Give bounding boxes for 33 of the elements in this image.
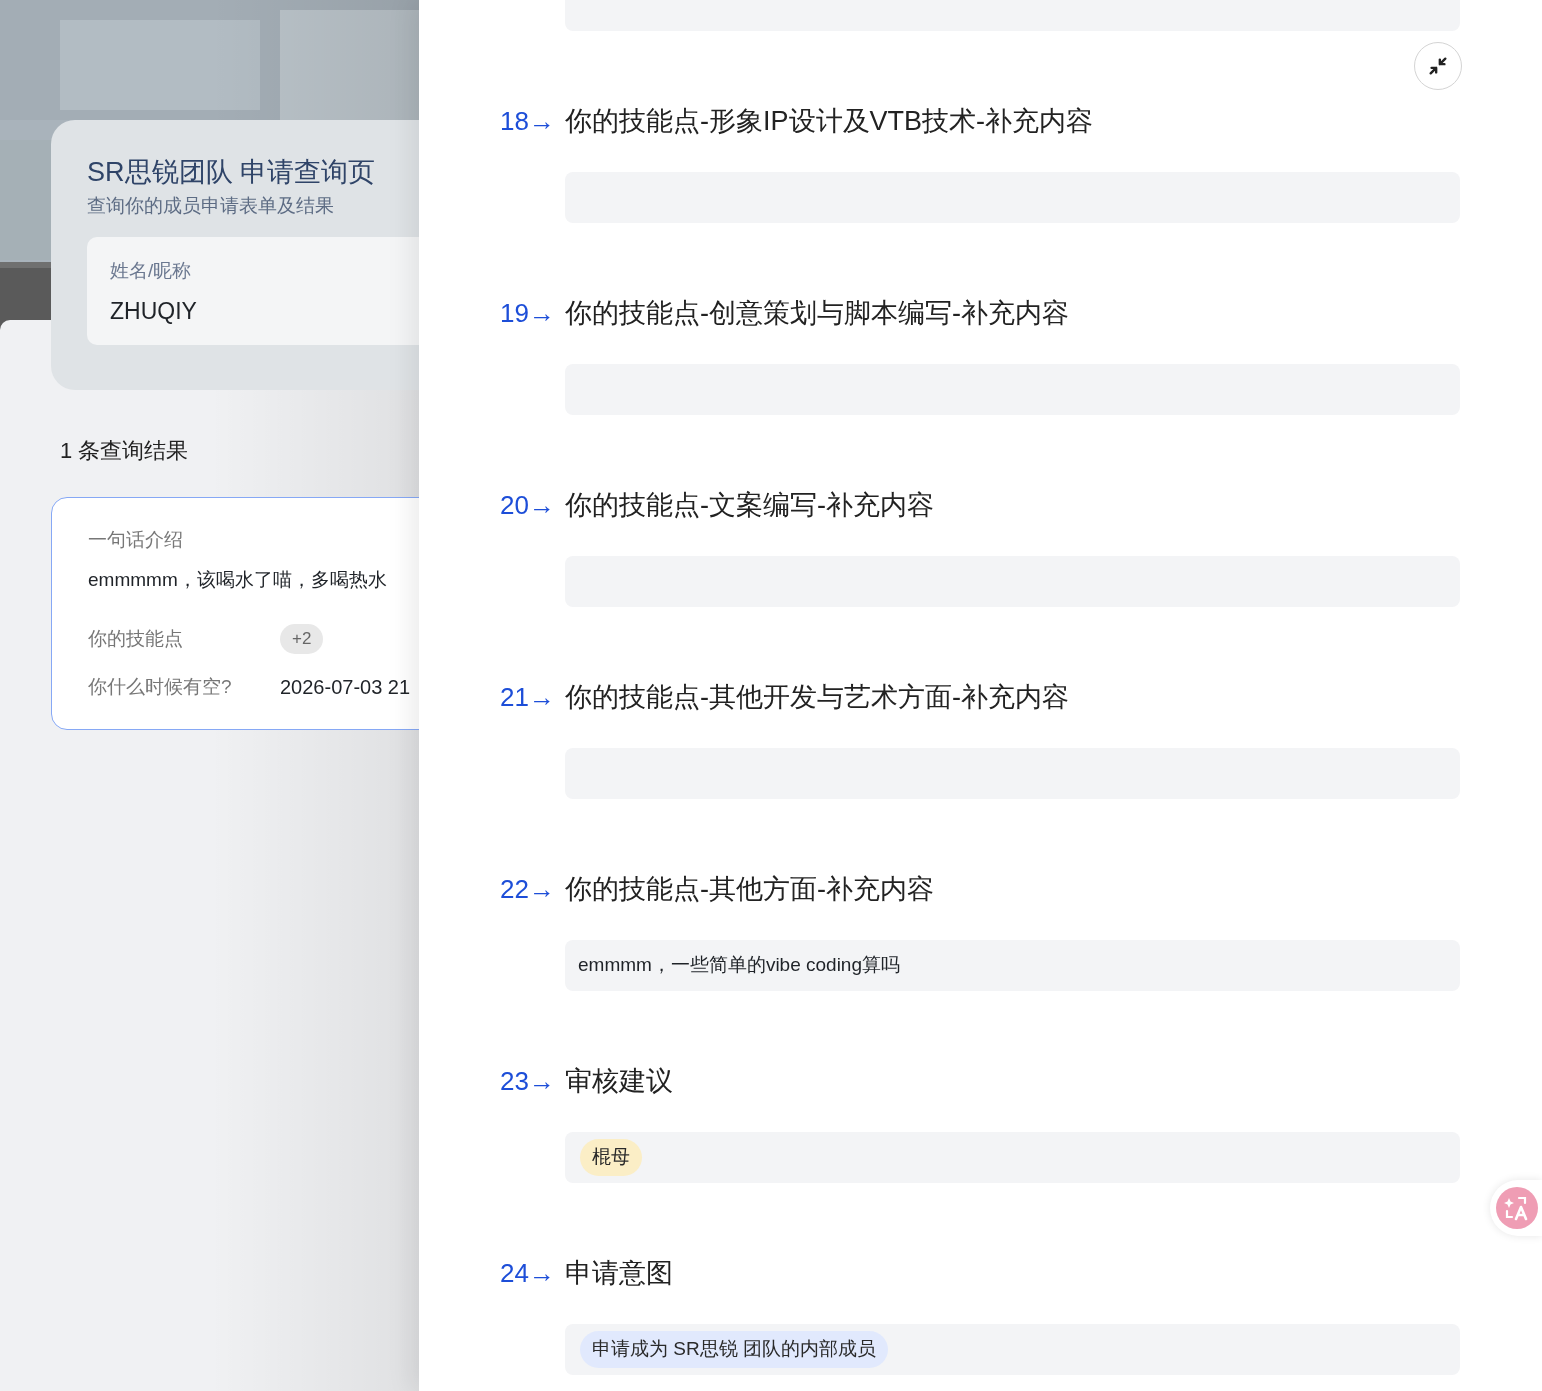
answer-tag: 申请成为 SR思锐 团队的内部成员 [580, 1331, 888, 1368]
question-number: 21→ [500, 680, 556, 714]
question-label: 审核建议 [565, 1064, 673, 1098]
answer-text: emmmm，一些简单的vibe coding算吗 [578, 953, 900, 978]
field-label: 姓名/昵称 [110, 259, 193, 283]
field-value: emmmmm，该喝水了喵，多喝热水 [88, 568, 388, 592]
field-value: 2026-07-03 21 [280, 675, 411, 700]
question-number: 23→ [500, 1064, 556, 1098]
question-number: 18→ [500, 104, 556, 138]
question-label: 申请意图 [565, 1256, 673, 1290]
question-label: 你的技能点-其他方面-补充内容 [565, 872, 934, 906]
question-label: 你的技能点-形象IP设计及VTB技术-补充内容 [565, 104, 1093, 138]
question-number: 22→ [500, 872, 556, 906]
answer-tag: 棍母 [580, 1139, 642, 1176]
collapse-icon [1427, 55, 1449, 77]
page-title: SR思锐团队 申请查询页 [87, 156, 376, 189]
collapse-button[interactable] [1414, 42, 1462, 90]
question-label: 你的技能点-创意策划与脚本编写-补充内容 [565, 296, 1069, 330]
question-number: 19→ [500, 296, 556, 330]
field-label: 你什么时候有空? [88, 674, 233, 699]
result-card[interactable]: 一句话介绍 emmmmm，该喝水了喵，多喝热水 你的技能点 +2 你什么时候有空? 2026-07-03 21 [51, 497, 419, 730]
field-value: ZHUQIY [110, 296, 198, 326]
question-number: 24→ [500, 1256, 556, 1290]
count-badge: +2 [280, 624, 324, 654]
question-label: 你的技能点-文案编写-补充内容 [565, 488, 934, 522]
question-label: 你的技能点-其他开发与艺术方面-补充内容 [565, 680, 1069, 714]
result-count: 1 条查询结果 [60, 437, 190, 465]
page-subtitle: 查询你的成员申请表单及结果 [87, 194, 335, 218]
name-field[interactable]: 姓名/昵称 ZHUQIY [87, 237, 419, 345]
question-number: 20→ [500, 488, 556, 522]
field-label: 一句话介绍 [88, 528, 184, 552]
translate-icon [1496, 1187, 1538, 1229]
field-label: 你的技能点 [88, 626, 184, 651]
